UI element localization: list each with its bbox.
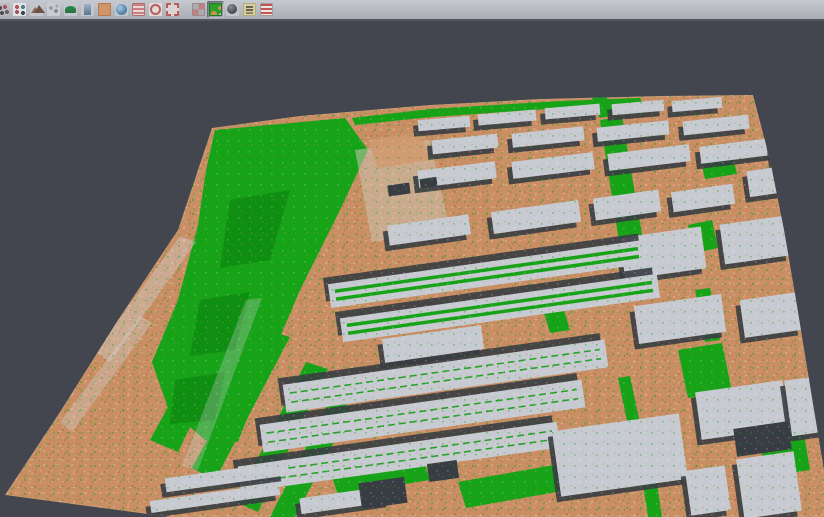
- profile-view-icon[interactable]: [79, 1, 96, 18]
- annotation-icon[interactable]: [241, 1, 258, 18]
- grid-selection-icon[interactable]: [190, 1, 207, 18]
- classified-pointcloud-scene: [0, 0, 824, 517]
- classified-view-icon-glyph: [209, 3, 222, 16]
- annotation-icon-glyph: [243, 3, 256, 16]
- zoom-extent-icon-glyph: [166, 3, 179, 16]
- edit-points-icon[interactable]: [0, 1, 11, 18]
- layer-list-icon[interactable]: [130, 1, 147, 18]
- ortho-image-icon[interactable]: [96, 1, 113, 18]
- layer-list-icon-glyph: [132, 3, 145, 16]
- dark-sphere-icon-glyph: [226, 3, 239, 16]
- profile-view-icon-glyph: [81, 3, 94, 16]
- low-points-icon-glyph: [47, 3, 60, 16]
- classify-points-icon[interactable]: [11, 1, 28, 18]
- grid-selection-icon-glyph: [192, 3, 205, 16]
- terrain-model-icon[interactable]: [28, 1, 45, 18]
- ortho-image-icon-glyph: [98, 3, 111, 16]
- classified-view-icon[interactable]: [207, 1, 224, 18]
- edit-points-icon-glyph: [0, 3, 9, 16]
- globe-3d-icon[interactable]: [113, 1, 130, 18]
- surface-model-icon[interactable]: [62, 1, 79, 18]
- 3d-viewport[interactable]: [0, 0, 824, 517]
- classify-points-icon-glyph: [13, 3, 26, 16]
- main-toolbar: [0, 0, 824, 21]
- target-circle-icon[interactable]: [147, 1, 164, 18]
- globe-3d-icon-glyph: [115, 3, 128, 16]
- low-points-icon[interactable]: [45, 1, 62, 18]
- eraser-stripes-icon-glyph: [260, 3, 273, 16]
- target-circle-icon-glyph: [149, 3, 162, 16]
- surface-model-icon-glyph: [64, 3, 77, 16]
- eraser-stripes-icon[interactable]: [258, 1, 275, 18]
- dark-sphere-icon[interactable]: [224, 1, 241, 18]
- zoom-extent-icon[interactable]: [164, 1, 181, 18]
- terrain-model-icon-glyph: [30, 3, 43, 16]
